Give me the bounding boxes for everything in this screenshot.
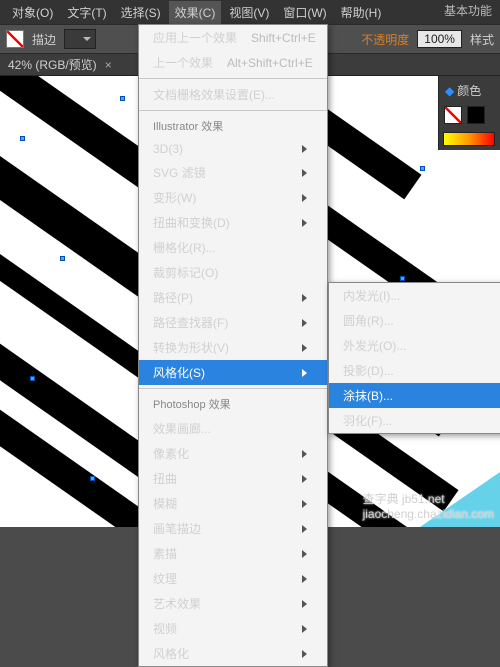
submenu-arrow-icon	[302, 600, 307, 608]
separator	[139, 388, 327, 389]
stylize-4[interactable]: 涂抹(B)...	[329, 383, 500, 408]
selection-handle[interactable]	[60, 256, 65, 261]
submenu-arrow-icon	[302, 500, 307, 508]
submenu-arrow-icon	[302, 525, 307, 533]
fx-ps-4[interactable]: 画笔描边	[139, 516, 327, 541]
stroke-label: 描边	[32, 31, 56, 48]
stylize-submenu: 内发光(I)...圆角(R)...外发光(O)...投影(D)...涂抹(B).…	[328, 282, 500, 434]
fx-doc-raster[interactable]: 文档栅格效果设置(E)...	[139, 82, 327, 107]
stylize-3[interactable]: 投影(D)...	[329, 358, 500, 383]
menu-view[interactable]: 视图(V)	[223, 1, 275, 24]
fx-ps-0[interactable]: 效果画廊...	[139, 416, 327, 441]
submenu-arrow-icon	[302, 475, 307, 483]
submenu-arrow-icon	[302, 625, 307, 633]
submenu-arrow-icon	[302, 145, 307, 153]
close-icon[interactable]: ×	[105, 58, 112, 72]
selection-handle[interactable]	[20, 136, 25, 141]
selection-handle[interactable]	[90, 476, 95, 481]
stylize-2[interactable]: 外发光(O)...	[329, 333, 500, 358]
submenu-arrow-icon	[302, 194, 307, 202]
chevron-down-icon	[83, 37, 91, 41]
fx-recent-0: 应用上一个效果Shift+Ctrl+E	[139, 25, 327, 50]
menu-heading: Photoshop 效果	[139, 392, 327, 416]
selection-handle[interactable]	[400, 276, 405, 281]
separator	[139, 78, 327, 79]
fx-ai-2[interactable]: 变形(W)	[139, 185, 327, 210]
submenu-arrow-icon	[302, 450, 307, 458]
fx-ai-3[interactable]: 扭曲和变换(D)	[139, 210, 327, 235]
selection-handle[interactable]	[120, 96, 125, 101]
fx-ai-1[interactable]: SVG 滤镜	[139, 160, 327, 185]
separator	[139, 110, 327, 111]
gradient-swatch[interactable]	[443, 132, 495, 146]
submenu-arrow-icon	[302, 369, 307, 377]
effects-menu: 应用上一个效果Shift+Ctrl+E上一个效果Alt+Shift+Ctrl+E…	[138, 24, 328, 667]
stylize-5[interactable]: 羽化(F)...	[329, 408, 500, 433]
menubar: 对象(O) 文字(T) 选择(S) 效果(C) 视图(V) 窗口(W) 帮助(H…	[0, 0, 500, 24]
menu-window[interactable]: 窗口(W)	[277, 1, 332, 24]
menu-help[interactable]: 帮助(H)	[335, 1, 388, 24]
selection-handle[interactable]	[420, 166, 425, 171]
fx-ai-9[interactable]: 风格化(S)	[139, 360, 327, 385]
none-swatch-icon[interactable]	[444, 106, 462, 124]
stylize-1[interactable]: 圆角(R)...	[329, 308, 500, 333]
submenu-arrow-icon	[302, 650, 307, 658]
stroke-width-dropdown[interactable]	[64, 29, 96, 49]
submenu-arrow-icon	[302, 169, 307, 177]
fx-ai-6[interactable]: 路径(P)	[139, 285, 327, 310]
fx-ps-7[interactable]: 艺术效果	[139, 591, 327, 616]
selection-handle[interactable]	[30, 376, 35, 381]
submenu-arrow-icon	[302, 319, 307, 327]
fill-swatch-none-icon[interactable]	[6, 30, 24, 48]
fx-ps-9[interactable]: 风格化	[139, 641, 327, 666]
fx-ps-3[interactable]: 模糊	[139, 491, 327, 516]
document-tab[interactable]: 42% (RGB/预览)	[8, 56, 97, 73]
watermark: 查字典 jb51.net jiaocheng.chazidian.com	[363, 490, 494, 521]
fx-recent-1: 上一个效果Alt+Shift+Ctrl+E	[139, 50, 327, 75]
fx-ps-6[interactable]: 纹理	[139, 566, 327, 591]
fx-ai-8[interactable]: 转换为形状(V)	[139, 335, 327, 360]
fx-ai-5[interactable]: 裁剪标记(O)	[139, 260, 327, 285]
workspace-label[interactable]: 基本功能	[444, 2, 492, 19]
color-panel: ◆颜色	[438, 76, 500, 150]
style-label: 样式	[470, 31, 494, 48]
submenu-arrow-icon	[302, 219, 307, 227]
color-panel-title[interactable]: ◆颜色	[443, 80, 496, 105]
fx-ai-7[interactable]: 路径查找器(F)	[139, 310, 327, 335]
stylize-0[interactable]: 内发光(I)...	[329, 283, 500, 308]
menu-object[interactable]: 对象(O)	[6, 1, 59, 24]
menu-select[interactable]: 选择(S)	[115, 1, 167, 24]
fx-ai-4[interactable]: 栅格化(R)...	[139, 235, 327, 260]
menu-text[interactable]: 文字(T)	[61, 1, 112, 24]
opacity-value[interactable]: 100%	[417, 30, 462, 48]
menu-effect[interactable]: 效果(C)	[169, 1, 222, 24]
menu-heading: Illustrator 效果	[139, 114, 327, 138]
black-swatch[interactable]	[467, 106, 485, 124]
fx-ps-2[interactable]: 扭曲	[139, 466, 327, 491]
fx-ps-5[interactable]: 素描	[139, 541, 327, 566]
submenu-arrow-icon	[302, 575, 307, 583]
submenu-arrow-icon	[302, 550, 307, 558]
fx-ps-8[interactable]: 视频	[139, 616, 327, 641]
opacity-label: 不透明度	[361, 31, 409, 48]
fx-ps-1[interactable]: 像素化	[139, 441, 327, 466]
submenu-arrow-icon	[302, 344, 307, 352]
fx-ai-0[interactable]: 3D(3)	[139, 138, 327, 160]
submenu-arrow-icon	[302, 294, 307, 302]
